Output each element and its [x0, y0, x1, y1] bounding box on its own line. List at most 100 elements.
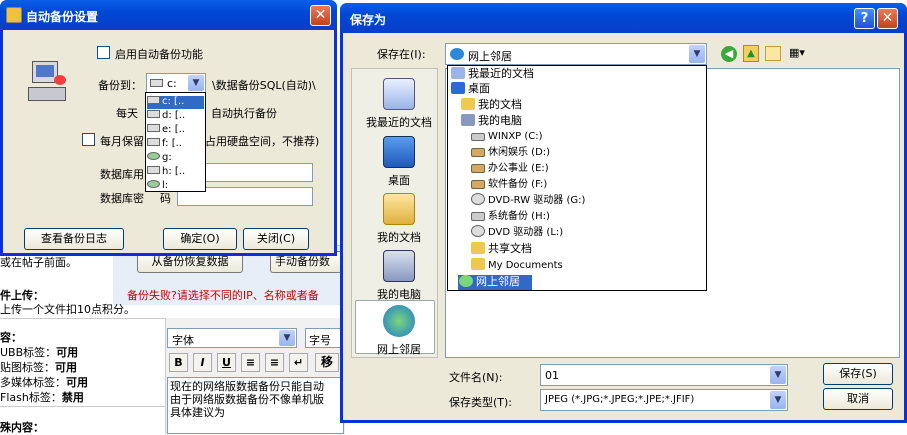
enable-backup-checkbox[interactable] [97, 46, 110, 59]
chevron-down-icon[interactable]: ▼ [689, 45, 705, 63]
content-title: 容： [0, 331, 22, 344]
backup-app-icon [6, 7, 22, 23]
font-select[interactable]: 字体 ▼ [167, 328, 297, 348]
divider [0, 318, 165, 319]
special-content-title: 殊内容： [0, 421, 44, 434]
backup-dialog-title: 自动备份设置 [26, 10, 99, 24]
drive-option[interactable]: d: [.. [147, 110, 204, 122]
bold-button[interactable]: B [169, 353, 188, 372]
background-text-fragment: 或在帖子前面。 [0, 256, 77, 269]
move-icon[interactable]: 移 [315, 353, 339, 372]
view-log-button[interactable]: 查看备份日志 [24, 228, 124, 250]
size-select-value: 字号 [309, 334, 331, 347]
divider [0, 406, 165, 407]
tree-item-shared-documents[interactable]: 共享文档 [471, 241, 532, 256]
filetype-select[interactable]: JPEG (*.JPG;*.JPEG;*.JPE;*.JFIF) ▼ [540, 389, 788, 411]
save-in-label: 保存在(I): [377, 48, 426, 61]
underline-button[interactable]: U [217, 353, 236, 372]
italic-button[interactable]: I [193, 353, 212, 372]
place-label: 网上邻居 [377, 343, 421, 356]
filetype-label: 保存类型(T): [449, 396, 513, 409]
new-folder-icon[interactable] [765, 46, 781, 61]
monthly-keep-checkbox[interactable] [82, 133, 95, 146]
filename-input[interactable]: 01 ▼ [540, 364, 788, 386]
place-my-computer[interactable]: 我的电脑 [358, 250, 440, 302]
network-icon [450, 48, 464, 60]
chevron-down-icon[interactable]: ▼ [188, 75, 204, 91]
drive-option[interactable]: l: [147, 180, 204, 192]
place-network[interactable]: 网上邻居 [358, 305, 440, 357]
place-my-documents[interactable]: 我的文档 [358, 193, 440, 245]
filetype-value: JPEG (*.JPG;*.JPEG;*.JPE;*.JFIF) [545, 394, 695, 405]
tree-item-folder[interactable]: My Documents [471, 258, 563, 273]
ok-button[interactable]: 确定(O) [163, 228, 237, 250]
tree-item-drive[interactable]: WINXP (C:) [471, 129, 543, 144]
tree-item-drive[interactable]: DVD-RW 驱动器 (G:) [471, 193, 585, 208]
save-button[interactable]: 保存(S) [823, 363, 893, 385]
daily-label: 每天 [116, 107, 138, 120]
daily-suffix: 自动执行备份 [211, 107, 277, 120]
tree-item-network[interactable]: 网上邻居 [459, 274, 520, 289]
drive-select[interactable]: c: ▼ [146, 73, 206, 93]
upload-description: 上传一个文件扣10点积分。 [0, 303, 135, 316]
backup-dialog-titlebar: 自动备份设置 ✕ [0, 0, 337, 30]
db-password-label: 数据库密 [100, 192, 144, 205]
close-icon[interactable]: ✕ [310, 5, 331, 26]
location-select[interactable]: 网上邻居 ▼ [445, 43, 707, 65]
save-dialog-title: 保存为 [350, 13, 387, 27]
place-label: 我的文档 [377, 231, 421, 244]
backup-path: \数据备份SQL(自动)\ [212, 79, 316, 92]
tree-item-drive[interactable]: 系统备份 (H:) [471, 209, 550, 224]
monthly-label: 每月保留 [100, 135, 144, 148]
tree-item-drive[interactable]: 软件备份 (F:) [471, 177, 547, 192]
close-button[interactable]: 关闭(C) [243, 228, 309, 250]
tree-item-recent[interactable]: 我最近的文档 [451, 66, 534, 81]
align-left-icon[interactable]: ≡ [241, 353, 260, 372]
enable-backup-label: 启用自动备份功能 [115, 48, 203, 61]
my-computer-icon [383, 250, 415, 282]
flash-value: 禁用 [61, 391, 84, 404]
indent-icon[interactable]: ↵ [289, 353, 308, 372]
computer-icon [28, 61, 68, 105]
tree-item-drive[interactable]: 休闲娱乐 (D:) [471, 145, 550, 160]
drive-option[interactable]: g: [147, 152, 204, 164]
db-password-suffix: 码 [160, 192, 171, 205]
cancel-button[interactable]: 取消 [823, 388, 893, 410]
size-select[interactable]: 字号 [305, 328, 343, 348]
place-label: 桌面 [388, 174, 410, 187]
up-folder-icon[interactable]: ▲ [743, 45, 759, 62]
view-menu-icon[interactable]: ▦▾ [789, 46, 815, 62]
ubb-label: UBB标签： [0, 346, 57, 359]
backup-to-label: 备份到： [98, 79, 142, 92]
drive-option[interactable]: e: [.. [147, 124, 204, 136]
place-recent[interactable]: 我最近的文档 [358, 78, 440, 130]
back-icon[interactable]: ◀ [721, 46, 737, 62]
backup-error-text: 备份失败?请选择不同的IP、名称或者备 [127, 289, 319, 302]
drive-option[interactable]: c: [.. [147, 96, 204, 108]
my-documents-icon [383, 193, 415, 225]
close-icon[interactable]: ✕ [877, 8, 898, 29]
drive-icon [150, 79, 163, 87]
drive-option[interactable]: h: [.. [147, 166, 204, 178]
network-places-icon [383, 305, 415, 337]
tree-item-drive[interactable]: 办公事业 (E:) [471, 161, 549, 176]
chevron-down-icon[interactable]: ▼ [770, 366, 786, 384]
drive-option[interactable]: f: [.. [147, 138, 204, 150]
align-right-icon[interactable]: ≡ [265, 353, 284, 372]
editor-textarea[interactable]: 现在的网络版数据备份只能自动 由于网络版数据备份不像单机版 具体建议为 [167, 377, 344, 434]
paste-value: 可用 [55, 361, 77, 374]
filename-value: 01 [545, 369, 559, 382]
tree-item-desktop[interactable]: 桌面 [451, 81, 490, 96]
save-dialog-titlebar: 保存为 ? ✕ [340, 3, 907, 33]
help-icon[interactable]: ? [854, 8, 875, 29]
media-value: 可用 [66, 376, 88, 389]
chevron-down-icon[interactable]: ▼ [770, 391, 786, 409]
tree-item-drive[interactable]: DVD 驱动器 (L:) [471, 225, 563, 240]
ubb-value: 可用 [56, 346, 79, 359]
place-desktop[interactable]: 桌面 [358, 136, 440, 188]
tree-item-my-documents[interactable]: 我的文档 [461, 97, 522, 112]
monthly-suffix: 占用硬盘空间，不推荐) [205, 135, 320, 148]
recent-documents-icon [383, 78, 415, 110]
location-select-value: 网上邻居 [468, 50, 512, 63]
tree-item-my-computer[interactable]: 我的电脑 [461, 113, 522, 128]
